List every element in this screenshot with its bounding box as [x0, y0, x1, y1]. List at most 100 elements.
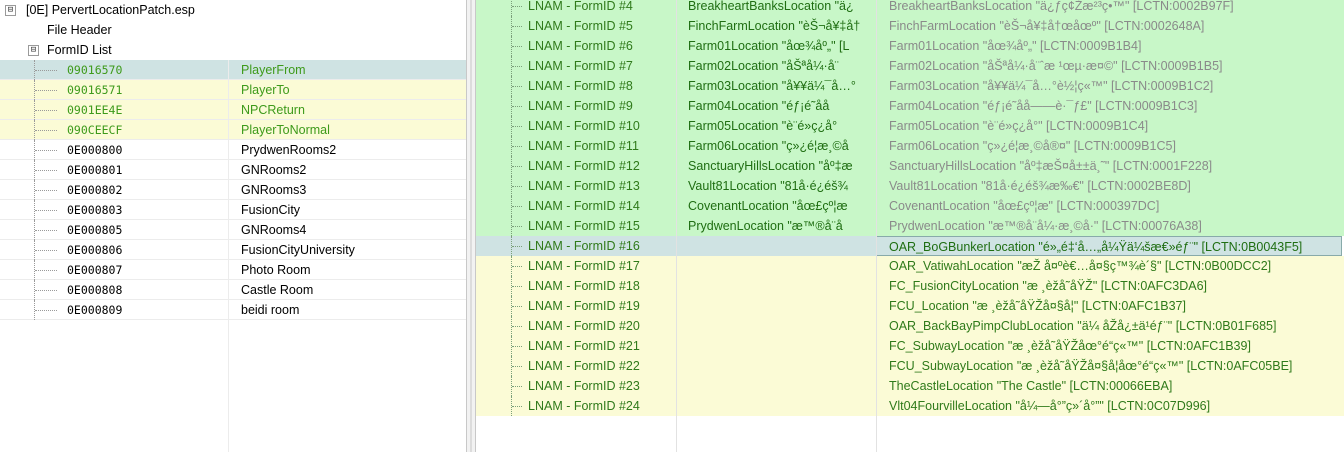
base-value-cell[interactable]: SanctuaryHillsLocation "åº‡æ — [688, 156, 874, 176]
base-value-cell[interactable]: Farm06Location "ç»¿é¦æ¸©å — [688, 136, 874, 156]
formid-list-row[interactable]: 0E000809 beidi room — [0, 300, 466, 320]
lnam-formid-row[interactable]: LNAM - FormID #18 FC_FusionCityLocation "… — [476, 276, 1344, 296]
form-id[interactable]: 09016570 — [67, 60, 122, 80]
editor-id[interactable]: NPCReturn — [241, 100, 305, 120]
field-label[interactable]: LNAM - FormID #24 — [528, 396, 640, 416]
field-label[interactable]: LNAM - FormID #17 — [528, 256, 640, 276]
form-id[interactable]: 0E000807 — [67, 260, 122, 280]
field-label[interactable]: LNAM - FormID #5 — [528, 16, 633, 36]
lnam-formid-row[interactable]: LNAM - FormID #8 Farm03Location "å¥¥ä¼¯å…… — [476, 76, 1344, 96]
formid-list-row[interactable]: 0901EE4E NPCReturn — [0, 100, 466, 120]
override-value-cell[interactable]: SanctuaryHillsLocation "åº‡æŠ¤å±±ä¸˜" [L… — [889, 156, 1212, 176]
form-id[interactable]: 0E000809 — [67, 300, 122, 320]
base-value-cell[interactable]: FinchFarmLocation "èŠ¬å¥‡å† — [688, 16, 874, 36]
lnam-formid-row[interactable]: LNAM - FormID #23 TheCastleLocation "The … — [476, 376, 1344, 396]
editor-id[interactable]: PlayerTo — [241, 80, 290, 100]
formid-list-row[interactable]: 0E000800 PrydwenRooms2 — [0, 140, 466, 160]
collapse-toggle-icon[interactable]: ⊟ — [5, 5, 16, 16]
override-value-cell[interactable]: CovenantLocation "åœ£çº¦æ" [LCTN:000397D… — [889, 196, 1159, 216]
base-value-cell[interactable]: Farm03Location "å¥¥ä¼¯å…° — [688, 76, 874, 96]
override-value-cell[interactable]: Farm04Location "éƒ¡é˜åå——è·¯ƒ£" [LCTN:00… — [889, 96, 1197, 116]
record-view-grid[interactable]: LNAM - FormID #4 BreakheartBanksLocation … — [476, 0, 1344, 452]
field-label[interactable]: LNAM - FormID #19 — [528, 296, 640, 316]
lnam-formid-row[interactable]: LNAM - FormID #13 Vault81Location "81å·é¿… — [476, 176, 1344, 196]
override-value-cell[interactable]: BreakheartBanksLocation "ä¿ƒç¢Žæ²³ç•™" [… — [889, 0, 1234, 16]
override-value-cell[interactable]: Vlt04FourvilleLocation "å¼—å°”ç»´å°”" [L… — [889, 396, 1210, 416]
lnam-formid-row[interactable]: LNAM - FormID #15 PrydwenLocation "æ™®å¨å… — [476, 216, 1344, 236]
editor-id[interactable]: GNRooms4 — [241, 220, 306, 240]
override-value-cell[interactable]: TheCastleLocation "The Castle" [LCTN:000… — [889, 376, 1172, 396]
field-label[interactable]: LNAM - FormID #11 — [528, 136, 639, 156]
formid-list-row[interactable]: 0E000808 Castle Room — [0, 280, 466, 300]
form-id[interactable]: 0E000806 — [67, 240, 122, 260]
navigation-tree-pane[interactable]: ⊟ [0E] PervertLocationPatch.esp File Hea… — [0, 0, 466, 452]
field-label[interactable]: LNAM - FormID #13 — [528, 176, 640, 196]
editor-id[interactable]: GNRooms2 — [241, 160, 306, 180]
lnam-formid-row[interactable]: LNAM - FormID #20 OAR_BackBayPimpClubLoca… — [476, 316, 1344, 336]
editor-id[interactable]: Castle Room — [241, 280, 313, 300]
formid-list-row[interactable]: 0E000805 GNRooms4 — [0, 220, 466, 240]
override-value-cell[interactable]: FC_SubwayLocation "æ ¸èžå˜åŸŽåœ°é“ç«™" [… — [889, 336, 1251, 356]
base-value-cell[interactable]: BreakheartBanksLocation "ä¿ — [688, 0, 874, 16]
editor-id[interactable]: GNRooms3 — [241, 180, 306, 200]
editor-id[interactable]: PrydwenRooms2 — [241, 140, 336, 160]
base-value-cell[interactable]: Farm04Location "éƒ¡é˜åå — [688, 96, 874, 116]
lnam-formid-row[interactable]: LNAM - FormID #12 SanctuaryHillsLocation … — [476, 156, 1344, 176]
override-value-cell[interactable]: OAR_VatiwahLocation "æŽ å¤ºè€…å¤§ç™¾è´§"… — [889, 256, 1271, 276]
lnam-formid-row[interactable]: LNAM - FormID #17 OAR_VatiwahLocation "æŽ… — [476, 256, 1344, 276]
base-value-cell[interactable]: CovenantLocation "åœ£çº¦æ — [688, 196, 874, 216]
override-value-cell[interactable]: FCU_Location "æ ¸èžå˜åŸŽå¤§å­¦" [LCTN:0A… — [889, 296, 1186, 316]
field-label[interactable]: LNAM - FormID #18 — [528, 276, 640, 296]
editor-id[interactable]: PlayerFrom — [241, 60, 306, 80]
base-value-cell[interactable]: Farm05Location "è¨é»ç¿å° — [688, 116, 874, 136]
formid-list-row[interactable]: 0E000803 FusionCity — [0, 200, 466, 220]
field-label[interactable]: LNAM - FormID #16 — [528, 236, 640, 256]
lnam-formid-row[interactable]: LNAM - FormID #10 Farm05Location "è¨é»ç¿å… — [476, 116, 1344, 136]
tree-node-file-header[interactable]: File Header — [47, 20, 112, 40]
base-value-cell[interactable]: Farm01Location "åœ¾åº„" [L — [688, 36, 874, 56]
field-label[interactable]: LNAM - FormID #10 — [528, 116, 640, 136]
form-id[interactable]: 0E000808 — [67, 280, 122, 300]
editor-id[interactable]: Photo Room — [241, 260, 310, 280]
override-value-cell[interactable]: Farm02Location "åŠªå¼·å¨ˆæ ¹œµ·æ¤©" [LCT… — [889, 56, 1223, 76]
form-id[interactable]: 0E000805 — [67, 220, 122, 240]
formid-list-row[interactable]: 0E000806 FusionCityUniversity — [0, 240, 466, 260]
override-value-cell[interactable]: Farm01Location "åœ¾åº„" [LCTN:0009B1B4] — [889, 36, 1141, 56]
lnam-formid-row[interactable]: LNAM - FormID #22 FCU_SubwayLocation "æ ¸… — [476, 356, 1344, 376]
override-value-cell[interactable]: Farm05Location "è¨é»ç¿å°" [LCTN:0009B1C4… — [889, 116, 1148, 136]
field-label[interactable]: LNAM - FormID #4 — [528, 0, 633, 16]
form-id[interactable]: 090CEECF — [67, 120, 122, 140]
form-id[interactable]: 0E000802 — [67, 180, 122, 200]
lnam-formid-row[interactable]: LNAM - FormID #21 FC_SubwayLocation "æ ¸è… — [476, 336, 1344, 356]
form-id[interactable]: 0E000800 — [67, 140, 122, 160]
field-label[interactable]: LNAM - FormID #21 — [528, 336, 640, 356]
field-label[interactable]: LNAM - FormID #14 — [528, 196, 640, 216]
override-value-cell[interactable]: Farm03Location "å¥¥ä¼¯å…°è½¦ç«™" [LCTN:0… — [889, 76, 1213, 96]
base-value-cell[interactable]: Vault81Location "81å·é¿éš¾ — [688, 176, 874, 196]
field-label[interactable]: LNAM - FormID #6 — [528, 36, 633, 56]
field-label[interactable]: LNAM - FormID #9 — [528, 96, 633, 116]
override-value-cell[interactable]: OAR_BackBayPimpClubLocation "ä¼ åŽå¿±ä¹é… — [889, 316, 1276, 336]
formid-list-row[interactable]: 090CEECF PlayerToNormal — [0, 120, 466, 140]
field-label[interactable]: LNAM - FormID #23 — [528, 376, 640, 396]
override-value-cell[interactable]: Vault81Location "81å·é¿éš¾æ‰€" [LCTN:000… — [889, 176, 1191, 196]
lnam-formid-row[interactable]: LNAM - FormID #14 CovenantLocation "åœ£çº… — [476, 196, 1344, 216]
editor-id[interactable]: FusionCity — [241, 200, 300, 220]
override-value-cell[interactable]: FCU_SubwayLocation "æ ¸èžå˜åŸŽå¤§å­¦åœ°é… — [889, 356, 1292, 376]
collapse-toggle-icon[interactable]: ⊟ — [28, 45, 39, 56]
file-header-label[interactable]: File Header — [47, 23, 112, 37]
formid-list-label[interactable]: FormID List — [47, 40, 112, 60]
form-id[interactable]: 0E000803 — [67, 200, 122, 220]
lnam-formid-row[interactable]: LNAM - FormID #9 Farm04Location "éƒ¡é˜åå F… — [476, 96, 1344, 116]
formid-list-row[interactable]: 09016570 PlayerFrom — [0, 60, 466, 80]
lnam-formid-row[interactable]: LNAM - FormID #11 Farm06Location "ç»¿é¦æ¸… — [476, 136, 1344, 156]
lnam-formid-row[interactable]: LNAM - FormID #24 Vlt04FourvilleLocation … — [476, 396, 1344, 416]
editor-id[interactable]: FusionCityUniversity — [241, 240, 355, 260]
field-label[interactable]: LNAM - FormID #8 — [528, 76, 633, 96]
pane-splitter[interactable] — [466, 0, 476, 452]
lnam-formid-row[interactable]: LNAM - FormID #6 Farm01Location "åœ¾åº„" … — [476, 36, 1344, 56]
formid-list-row[interactable]: 0E000807 Photo Room — [0, 260, 466, 280]
lnam-formid-row[interactable]: LNAM - FormID #7 Farm02Location "åŠªå¼·å¨… — [476, 56, 1344, 76]
lnam-formid-row[interactable]: LNAM - FormID #19 FCU_Location "æ ¸èžå˜åŸ… — [476, 296, 1344, 316]
lnam-formid-row[interactable]: LNAM - FormID #5 FinchFarmLocation "èŠ¬å¥… — [476, 16, 1344, 36]
